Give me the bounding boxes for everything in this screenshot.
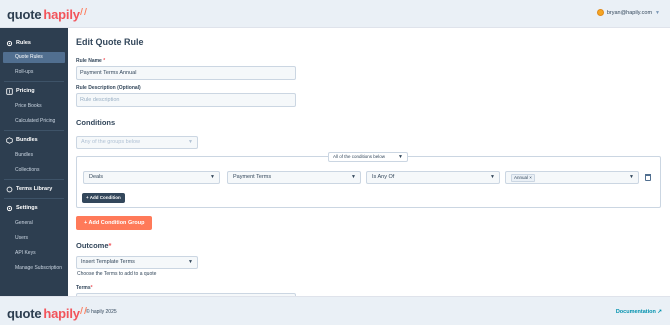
sidebar-item-api-keys[interactable]: API Keys	[0, 248, 68, 259]
value-tag[interactable]: Annual ×	[511, 174, 535, 182]
condition-mode-select[interactable]: All of the conditions below ▼	[328, 152, 408, 162]
chevron-down-icon: ▼	[655, 9, 660, 16]
sidebar-item-bundles[interactable]: Bundles	[0, 150, 68, 161]
outcome-heading: Outcome*	[76, 241, 112, 250]
sidebar-item-quote-rules[interactable]: Quote Rules	[3, 52, 65, 63]
outcome-select[interactable]: Insert Template Terms ▼	[76, 256, 198, 269]
add-condition-button[interactable]: + Add Condition	[82, 193, 125, 203]
terms-label: Terms*	[76, 285, 93, 291]
condition-row: Deals ▼ Payment Terms ▼ Is Any Of ▼ Annu…	[83, 171, 653, 199]
chevron-down-icon: ▼	[398, 154, 403, 160]
rule-description-input[interactable]: Rule description	[76, 93, 296, 107]
page-title: Edit Quote Rule	[76, 37, 144, 47]
sidebar-section-settings[interactable]: Settings	[0, 202, 68, 214]
sidebar-item-roll-ups[interactable]: Roll-ups	[0, 67, 68, 78]
sidebar-section-rules[interactable]: Rules	[0, 37, 68, 49]
gear-icon	[6, 40, 13, 46]
main-content: Edit Quote Rule Rule Name * Payment Term…	[68, 28, 670, 296]
condition-value-select[interactable]: Annual × ▼	[505, 171, 639, 184]
documentation-link[interactable]: Documentation ↗	[616, 309, 662, 315]
user-menu[interactable]: bryan@hapily.com ▼	[596, 9, 660, 16]
chevron-down-icon: ▼	[629, 174, 634, 180]
condition-operator-select[interactable]: Is Any Of ▼	[366, 171, 500, 184]
sidebar-item-calculated-pricing[interactable]: Calculated Pricing	[0, 116, 68, 127]
chevron-down-icon: ▼	[490, 174, 495, 180]
chevron-down-icon: ▼	[188, 139, 193, 145]
sidebar-divider	[4, 198, 64, 199]
chevron-down-icon: ▼	[188, 259, 193, 265]
outcome-help-text: Choose the Terms to add to a quote	[77, 271, 157, 277]
trash-icon[interactable]	[645, 174, 651, 181]
condition-property-select[interactable]: Payment Terms ▼	[227, 171, 361, 184]
chevron-down-icon: ▼	[351, 174, 356, 180]
add-condition-group-button[interactable]: + Add Condition Group	[76, 216, 153, 230]
sidebar: Rules Quote Rules Roll-ups Pricing Price…	[0, 28, 68, 296]
logo-spark-icon	[79, 7, 87, 15]
rule-name-label: Rule Name *	[76, 58, 106, 64]
settings-icon	[6, 205, 13, 211]
sidebar-divider	[4, 179, 64, 180]
sidebar-divider	[4, 130, 64, 131]
user-email: bryan@hapily.com	[606, 9, 653, 16]
condition-group: Deals ▼ Payment Terms ▼ Is Any Of ▼ Annu…	[76, 156, 661, 208]
group-logic-select[interactable]: Any of the groups below ▼	[76, 136, 198, 149]
rule-description-label: Rule Description (Optional)	[76, 85, 141, 91]
sidebar-divider	[4, 81, 64, 82]
rule-name-input[interactable]: Payment Terms Annual	[76, 66, 296, 80]
sidebar-item-collections[interactable]: Collections	[0, 165, 68, 176]
chevron-down-icon: ▼	[210, 174, 215, 180]
footer-logo: quote hapily	[7, 305, 87, 321]
sidebar-section-terms-library[interactable]: Terms Library	[0, 183, 68, 195]
quote-hapily-logo[interactable]: quote hapily	[7, 6, 87, 22]
footer: quote hapily © hapily 2025 Documentation …	[0, 296, 670, 325]
close-icon[interactable]: ×	[529, 175, 532, 180]
copyright-text: © hapily 2025	[86, 309, 117, 315]
box-icon	[6, 136, 13, 144]
sidebar-item-price-books[interactable]: Price Books	[0, 101, 68, 112]
top-bar: quote hapily bryan@hapily.com ▼	[0, 0, 670, 28]
condition-object-select[interactable]: Deals ▼	[83, 171, 220, 184]
sidebar-item-users[interactable]: Users	[0, 233, 68, 244]
sidebar-section-pricing[interactable]: Pricing	[0, 85, 68, 97]
conditions-heading: Conditions	[76, 118, 116, 127]
dollar-icon	[6, 87, 13, 95]
avatar	[596, 9, 604, 16]
sidebar-item-manage-subscription[interactable]: Manage Subscription	[0, 263, 68, 274]
book-icon	[6, 186, 13, 192]
external-link-icon: ↗	[657, 309, 662, 315]
sidebar-item-general[interactable]: General	[0, 218, 68, 229]
sidebar-section-bundles[interactable]: Bundles	[0, 134, 68, 146]
